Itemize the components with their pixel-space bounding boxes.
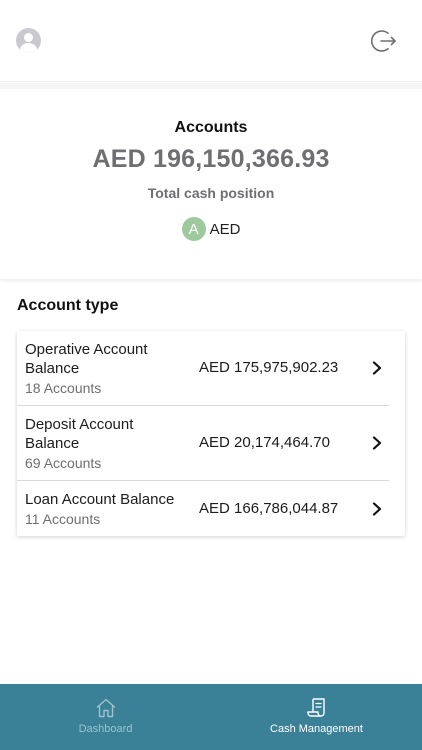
account-amount: AED 175,975,902.23 bbox=[199, 359, 339, 376]
account-amount: AED 20,174,464.70 bbox=[199, 434, 330, 451]
currency-badge: A bbox=[181, 217, 206, 241]
account-count: 11 Accounts bbox=[25, 511, 101, 527]
section-title: Account type bbox=[17, 297, 119, 314]
logout-icon[interactable] bbox=[371, 28, 397, 54]
summary-subtitle: Total cash position bbox=[147, 185, 275, 201]
tab-label: Cash Management bbox=[270, 723, 363, 735]
account-amount: AED 166,786,044.87 bbox=[199, 500, 339, 517]
tab-cash-management[interactable]: Cash Management bbox=[211, 684, 422, 750]
account-count: 69 Accounts bbox=[25, 455, 102, 471]
account-type-list: Operative Account Balance 18 Accounts AE… bbox=[17, 331, 405, 536]
tab-label: Dashboard bbox=[78, 723, 133, 735]
bottom-tab-bar: Dashboard Cash Management bbox=[0, 684, 422, 750]
user-avatar-icon[interactable] bbox=[16, 28, 41, 53]
top-bar bbox=[0, 0, 422, 82]
account-count: 18 Accounts bbox=[25, 380, 102, 396]
tab-dashboard[interactable]: Dashboard bbox=[0, 684, 211, 750]
summary-title: Accounts bbox=[174, 119, 248, 136]
currency-code: AED bbox=[209, 220, 241, 238]
total-cash-amount: AED 196,150,366.93 bbox=[92, 145, 330, 173]
account-row-loan[interactable]: Loan Account Balance 11 Accounts AED 166… bbox=[17, 481, 405, 536]
currency-selector[interactable]: A AED bbox=[0, 217, 422, 241]
home-icon bbox=[96, 698, 116, 718]
chevron-right-icon bbox=[372, 502, 382, 516]
document-icon bbox=[307, 698, 325, 717]
cash-summary-card: Accounts AED 196,150,366.93 Total cash p… bbox=[0, 89, 422, 279]
account-row-operative[interactable]: Operative Account Balance 18 Accounts AE… bbox=[17, 331, 405, 405]
account-name: Operative Account Balance bbox=[25, 341, 148, 377]
chevron-right-icon bbox=[372, 361, 382, 375]
chevron-right-icon bbox=[372, 436, 382, 450]
account-row-deposit[interactable]: Deposit Account Balance 69 Accounts AED … bbox=[17, 406, 405, 480]
account-name: Loan Account Balance bbox=[25, 491, 175, 508]
account-name: Deposit Account Balance bbox=[25, 416, 134, 452]
